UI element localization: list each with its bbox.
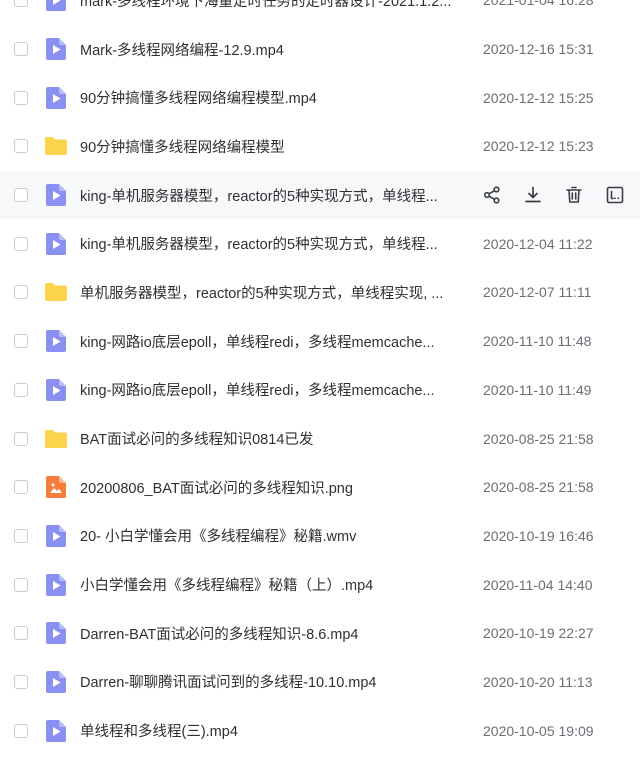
modified-date: 2020-12-07 11:11 [483, 284, 592, 301]
modified-date: 2020-12-04 11:22 [483, 235, 593, 252]
file-name[interactable]: Darren-聊聊腾讯面试问到的多线程-10.10.mp4 [80, 671, 456, 692]
share-icon[interactable] [481, 184, 503, 206]
modified-date: 2020-10-20 11:13 [483, 673, 593, 690]
file-name[interactable]: king-单机服务器模型，reactor的5种实现方式，单线程... [80, 233, 456, 254]
more-icon[interactable] [604, 184, 626, 206]
file-name[interactable]: BAT面试必问的多线程知识0814已发 [80, 428, 456, 449]
row-checkbox[interactable] [14, 577, 28, 592]
row-checkbox[interactable] [14, 723, 28, 738]
video-file-icon [46, 86, 66, 109]
row-checkbox[interactable] [14, 334, 28, 349]
modified-date: 2020-10-05 19:09 [483, 722, 594, 739]
modified-date: 2020-11-04 14:40 [483, 576, 593, 593]
video-file-icon [46, 330, 66, 353]
file-name[interactable]: 单线程和多线程(三).mp4 [80, 720, 456, 741]
video-file-icon [46, 232, 66, 255]
row-checkbox[interactable] [14, 431, 28, 446]
file-name[interactable]: 90分钟搞懂多线程网络编程模型 [80, 136, 456, 157]
file-name[interactable]: 单机服务器模型，reactor的5种实现方式，单线程实现, ... [80, 282, 456, 303]
file-list: mark-多线程环境下海量定时任务的定时器设计-2021.1.2... 2021-… [0, 0, 640, 742]
row-checkbox[interactable] [14, 188, 28, 203]
folder-icon [44, 135, 68, 157]
modified-date: 2020-10-19 16:46 [483, 527, 594, 544]
file-name[interactable]: Mark-多线程网络编程-12.9.mp4 [80, 39, 456, 60]
file-row[interactable]: 小白学懂会用《多线程编程》秘籍（上）.mp4 2020-11-04 14:40 [0, 560, 640, 609]
video-file-icon [46, 184, 66, 207]
file-row[interactable]: 单线程和多线程(三).mp4 2020-10-05 19:09 [0, 706, 640, 755]
row-checkbox[interactable] [14, 626, 28, 641]
file-row[interactable]: BAT面试必问的多线程知识0814已发 2020-08-25 21:58 [0, 414, 640, 463]
video-file-icon [46, 670, 66, 693]
image-file-icon [46, 476, 66, 499]
modified-date: 2020-11-10 11:48 [483, 333, 592, 350]
file-row[interactable]: Darren-聊聊腾讯面试问到的多线程-10.10.mp4 2020-10-20 … [0, 658, 640, 707]
row-checkbox[interactable] [14, 285, 28, 300]
file-row[interactable]: 90分钟搞懂多线程网络编程模型 2020-12-12 15:23 [0, 122, 640, 171]
file-name[interactable]: king-网路io底层epoll，单线程redi，多线程memcache... [80, 331, 456, 352]
video-file-icon [46, 573, 66, 596]
video-file-icon [46, 0, 66, 12]
file-name[interactable]: 90分钟搞懂多线程网络编程模型.mp4 [80, 87, 456, 108]
row-checkbox[interactable] [14, 528, 28, 543]
file-name[interactable]: mark-多线程环境下海量定时任务的定时器设计-2021.1.2... [80, 0, 456, 11]
row-checkbox[interactable] [14, 0, 28, 8]
file-name[interactable]: Darren-BAT面试必问的多线程知识-8.6.mp4 [80, 623, 456, 644]
file-row[interactable]: 20- 小白学懂会用《多线程编程》秘籍.wmv 2020-10-19 16:46 [0, 512, 640, 561]
modified-date: 2020-10-19 22:27 [483, 625, 594, 642]
folder-icon [44, 281, 68, 303]
video-file-icon [46, 622, 66, 645]
modified-date: 2020-11-10 11:49 [483, 381, 592, 398]
modified-date: 2020-12-12 15:25 [483, 89, 594, 106]
modified-date: 2020-12-16 15:31 [483, 41, 594, 58]
folder-icon [44, 428, 68, 450]
video-file-icon [46, 719, 66, 742]
row-checkbox[interactable] [14, 90, 28, 105]
row-checkbox[interactable] [14, 382, 28, 397]
row-checkbox[interactable] [14, 139, 28, 154]
file-row[interactable]: mark-多线程环境下海量定时任务的定时器设计-2021.1.2... 2021-… [0, 0, 640, 25]
file-name[interactable]: king-网路io底层epoll，单线程redi，多线程memcache... [80, 379, 456, 400]
file-row[interactable]: 单机服务器模型，reactor的5种实现方式，单线程实现, ... 2020-12… [0, 268, 640, 317]
modified-date: 2020-12-12 15:23 [483, 138, 594, 155]
file-row[interactable]: 20200806_BAT面试必问的多线程知识.png 2020-08-25 21:… [0, 463, 640, 512]
modified-date: 2021-01-04 16:28 [483, 0, 594, 9]
file-name[interactable]: 20- 小白学懂会用《多线程编程》秘籍.wmv [80, 525, 456, 546]
modified-date: 2020-08-25 21:58 [483, 430, 594, 447]
download-icon[interactable] [522, 184, 544, 206]
file-row[interactable]: Mark-多线程网络编程-12.9.mp4 2020-12-16 15:31 [0, 25, 640, 74]
file-row[interactable]: king-单机服务器模型，reactor的5种实现方式，单线程... 2020-1… [0, 219, 640, 268]
row-checkbox[interactable] [14, 42, 28, 57]
file-row[interactable]: Darren-BAT面试必问的多线程知识-8.6.mp4 2020-10-19 2… [0, 609, 640, 658]
file-name[interactable]: 20200806_BAT面试必问的多线程知识.png [80, 477, 456, 498]
modified-date: 2020-08-25 21:58 [483, 479, 594, 496]
row-checkbox[interactable] [14, 236, 28, 251]
row-checkbox[interactable] [14, 674, 28, 689]
file-row[interactable]: king-网路io底层epoll，单线程redi，多线程memcache... 2… [0, 317, 640, 366]
file-name[interactable]: 小白学懂会用《多线程编程》秘籍（上）.mp4 [80, 574, 456, 595]
file-row[interactable]: king-网路io底层epoll，单线程redi，多线程memcache... 2… [0, 366, 640, 415]
file-row[interactable]: 90分钟搞懂多线程网络编程模型.mp4 2020-12-12 15:25 [0, 73, 640, 122]
row-actions [480, 171, 640, 220]
delete-icon[interactable] [563, 184, 585, 206]
video-file-icon [46, 524, 66, 547]
row-checkbox[interactable] [14, 480, 28, 495]
file-name[interactable]: king-单机服务器模型，reactor的5种实现方式，单线程... [80, 185, 456, 206]
video-file-icon [46, 38, 66, 61]
file-row[interactable]: king-单机服务器模型，reactor的5种实现方式，单线程... [0, 170, 640, 220]
video-file-icon [46, 378, 66, 401]
